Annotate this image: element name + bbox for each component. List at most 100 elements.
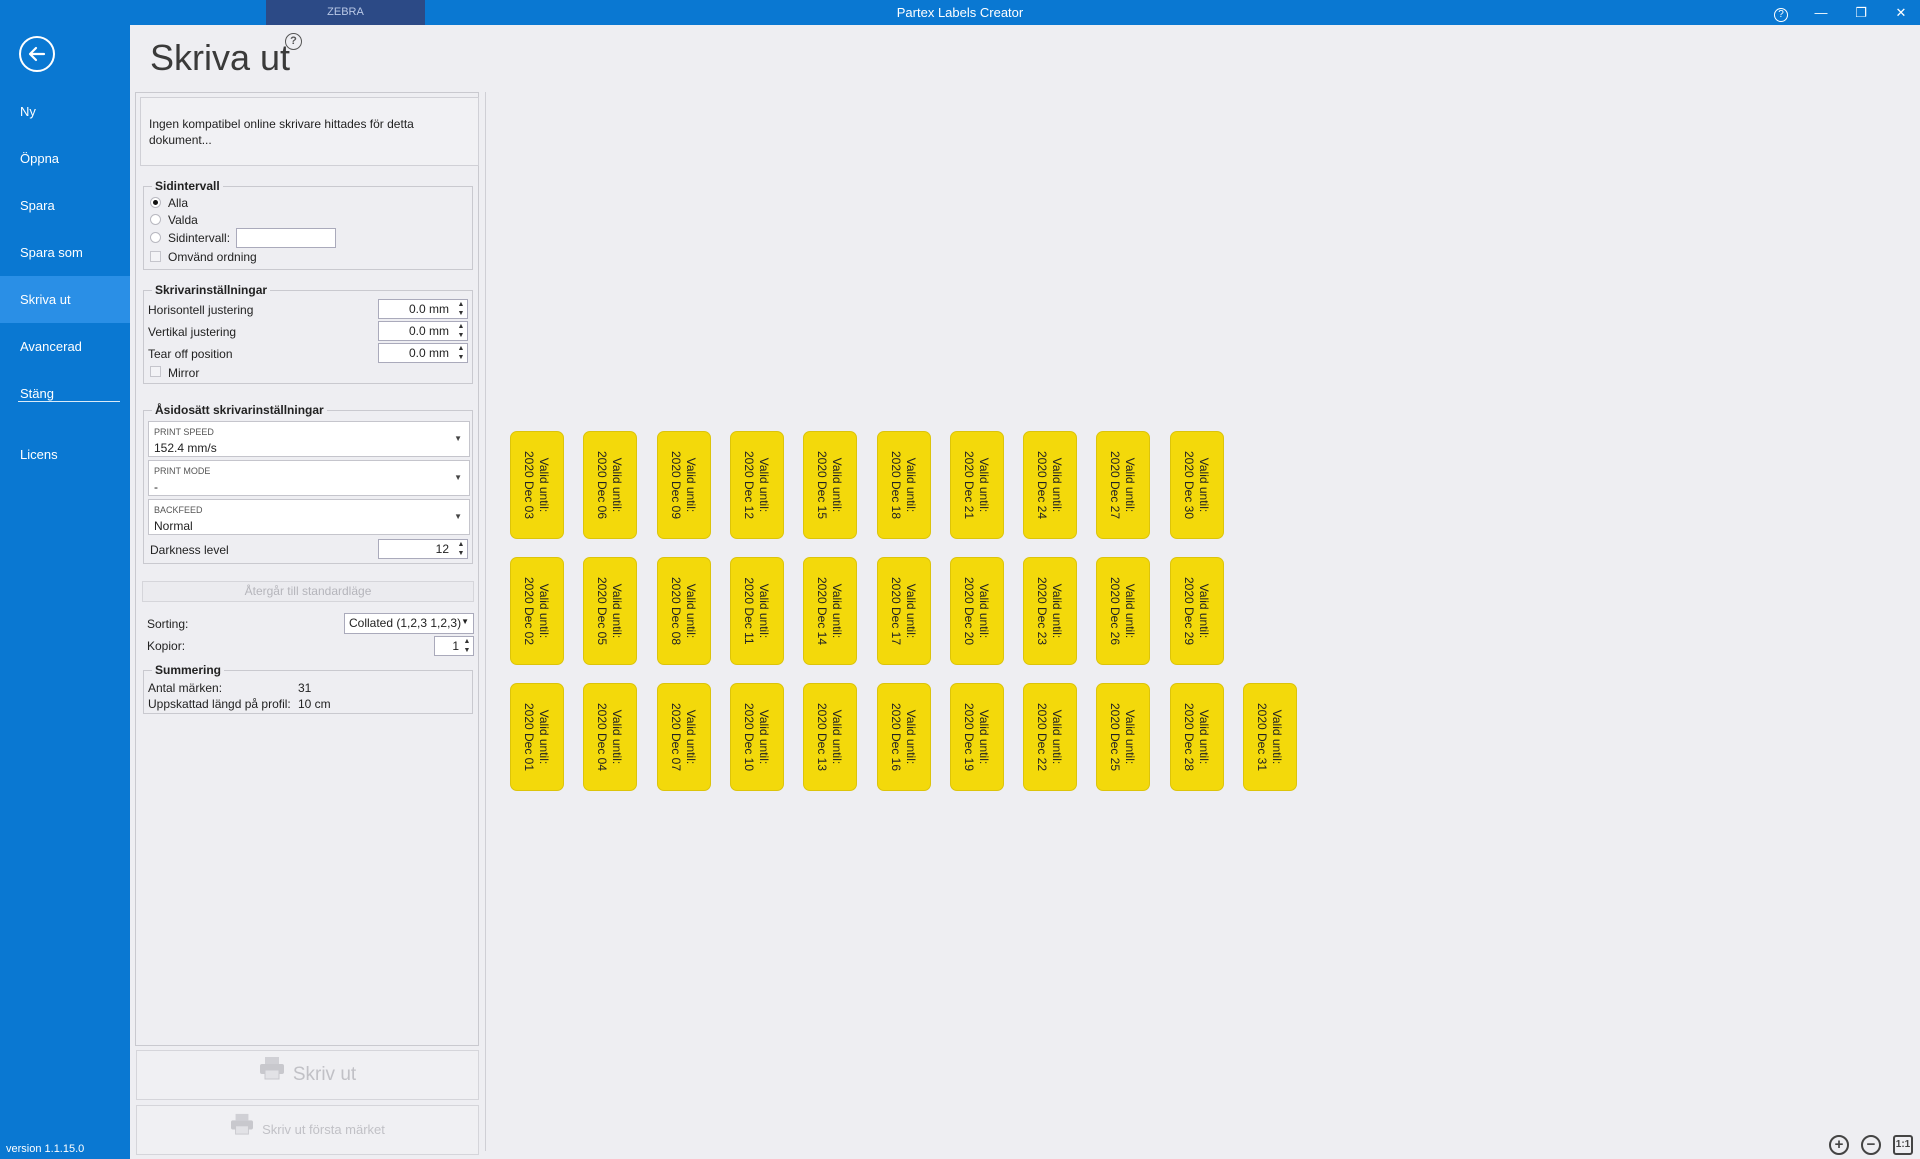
label-item[interactable]: Valid until: 2020 Dec 01 [510, 683, 564, 791]
label-prefix: Valid until: [1123, 583, 1137, 639]
zoom-in-icon[interactable]: + [1829, 1135, 1849, 1155]
label-item[interactable]: Valid until: 2020 Dec 02 [510, 557, 564, 665]
label-item[interactable]: Valid until: 2020 Dec 13 [803, 683, 857, 791]
reverse-order-checkbox[interactable] [150, 251, 161, 262]
label-item[interactable]: Valid until: 2020 Dec 16 [877, 683, 931, 791]
label-item[interactable]: Valid until: 2020 Dec 29 [1170, 557, 1224, 665]
label-prefix: Valid until: [684, 457, 698, 513]
spin-up-icon[interactable]: ▲ [456, 322, 466, 331]
label-item[interactable]: Valid until: 2020 Dec 05 [583, 557, 637, 665]
tearoff-input[interactable]: 0.0 mm [378, 343, 468, 363]
label-item[interactable]: Valid until: 2020 Dec 10 [730, 683, 784, 791]
zoom-fit-icon[interactable]: 1:1 [1893, 1135, 1913, 1155]
label-item[interactable]: Valid until: 2020 Dec 08 [657, 557, 711, 665]
spin-up-icon[interactable]: ▲ [462, 637, 472, 646]
label-date: 2020 Dec 11 [742, 577, 756, 645]
label-item[interactable]: Valid until: 2020 Dec 22 [1023, 683, 1077, 791]
label-prefix: Valid until: [610, 457, 624, 513]
spin-down-icon[interactable]: ▼ [462, 646, 472, 655]
backfeed-select[interactable]: BACKFEED Normal ▼ [148, 499, 470, 535]
label-item[interactable]: Valid until: 2020 Dec 09 [657, 431, 711, 539]
label-date: 2020 Dec 30 [1182, 450, 1196, 520]
sidebar-item-licens[interactable]: Licens [0, 431, 130, 478]
reverse-order-label: Omvänd ordning [168, 250, 257, 264]
label-item[interactable]: Valid until: 2020 Dec 31 [1243, 683, 1297, 791]
label-prefix: Valid until: [537, 583, 551, 639]
help-icon[interactable]: ? [285, 33, 302, 50]
label-date: 2020 Dec 10 [742, 702, 756, 772]
label-item[interactable]: Valid until: 2020 Dec 25 [1096, 683, 1150, 791]
sorting-label: Sorting: [147, 617, 189, 631]
help-icon[interactable]: ? [1762, 0, 1800, 25]
label-prefix: Valid until: [977, 457, 991, 513]
label-item[interactable]: Valid until: 2020 Dec 03 [510, 431, 564, 539]
page-range-input[interactable] [236, 228, 336, 248]
spin-up-icon[interactable]: ▲ [456, 300, 466, 309]
spin-down-icon[interactable]: ▼ [456, 549, 466, 558]
print-button[interactable]: Skriv ut [136, 1050, 479, 1100]
label-prefix: Valid until: [830, 709, 844, 765]
label-item[interactable]: Valid until: 2020 Dec 21 [950, 431, 1004, 539]
label-item[interactable]: Valid until: 2020 Dec 18 [877, 431, 931, 539]
label-item[interactable]: Valid until: 2020 Dec 17 [877, 557, 931, 665]
radio-all[interactable] [150, 197, 161, 208]
label-prefix: Valid until: [537, 709, 551, 765]
override-settings-title: Åsidosätt skrivarinställningar [152, 403, 327, 417]
restore-icon[interactable]: ❐ [1842, 0, 1880, 25]
zoom-out-icon[interactable]: − [1861, 1135, 1881, 1155]
label-item[interactable]: Valid until: 2020 Dec 23 [1023, 557, 1077, 665]
darkness-input[interactable]: 12 [378, 539, 468, 559]
label-item[interactable]: Valid until: 2020 Dec 28 [1170, 683, 1224, 791]
sorting-select[interactable]: Collated (1,2,3 1,2,3) ▼ [344, 613, 474, 634]
page-title: Skriva ut [150, 37, 291, 78]
label-item[interactable]: Valid until: 2020 Dec 26 [1096, 557, 1150, 665]
print-mode-select[interactable]: PRINT MODE - ▼ [148, 460, 470, 496]
label-item[interactable]: Valid until: 2020 Dec 11 [730, 557, 784, 665]
back-arrow-icon[interactable] [19, 36, 55, 72]
spin-up-icon[interactable]: ▲ [456, 344, 466, 353]
reset-defaults-button[interactable]: Återgår till standardläge [142, 581, 474, 602]
label-prefix: Valid until: [757, 457, 771, 513]
label-date: 2020 Dec 14 [815, 576, 829, 646]
vertical-adjust-input[interactable]: 0.0 mm [378, 321, 468, 341]
label-item[interactable]: Valid until: 2020 Dec 20 [950, 557, 1004, 665]
panel-splitter[interactable] [485, 92, 486, 1151]
radio-range[interactable] [150, 232, 161, 243]
horizontal-adjust-input[interactable]: 0.0 mm [378, 299, 468, 319]
label-item[interactable]: Valid until: 2020 Dec 12 [730, 431, 784, 539]
sidebar-item-spara-som[interactable]: Spara som [0, 229, 130, 276]
label-date: 2020 Dec 29 [1182, 576, 1196, 646]
label-date: 2020 Dec 27 [1108, 450, 1122, 520]
radio-selected[interactable] [150, 214, 161, 225]
sidebar-item-spara[interactable]: Spara [0, 182, 130, 229]
label-prefix: Valid until: [1197, 583, 1211, 639]
label-item[interactable]: Valid until: 2020 Dec 15 [803, 431, 857, 539]
label-prefix: Valid until: [830, 457, 844, 513]
sidebar-item-skriva-ut[interactable]: Skriva ut [0, 276, 130, 323]
print-speed-select[interactable]: PRINT SPEED 152.4 mm/s ▼ [148, 421, 470, 457]
label-item[interactable]: Valid until: 2020 Dec 30 [1170, 431, 1224, 539]
label-item[interactable]: Valid until: 2020 Dec 24 [1023, 431, 1077, 539]
spin-down-icon[interactable]: ▼ [456, 353, 466, 362]
label-item[interactable]: Valid until: 2020 Dec 04 [583, 683, 637, 791]
sidebar-item-ny[interactable]: Ny [0, 88, 130, 135]
print-first-button[interactable]: Skriv ut första märket [136, 1105, 479, 1155]
close-icon[interactable]: ✕ [1882, 0, 1920, 25]
label-item[interactable]: Valid until: 2020 Dec 14 [803, 557, 857, 665]
label-prefix: Valid until: [1050, 583, 1064, 639]
label-date: 2020 Dec 08 [669, 576, 683, 646]
label-item[interactable]: Valid until: 2020 Dec 07 [657, 683, 711, 791]
mirror-checkbox[interactable] [150, 366, 161, 377]
sidebar-item-stang[interactable]: Stäng [0, 370, 130, 417]
label-item[interactable]: Valid until: 2020 Dec 27 [1096, 431, 1150, 539]
minimize-icon[interactable]: — [1802, 0, 1840, 25]
sidebar-item-avancerad[interactable]: Avancerad [0, 323, 130, 370]
sidebar-item-oppna[interactable]: Öppna [0, 135, 130, 182]
label-item[interactable]: Valid until: 2020 Dec 19 [950, 683, 1004, 791]
spin-down-icon[interactable]: ▼ [456, 309, 466, 318]
chevron-down-icon: ▼ [454, 512, 462, 521]
printer-icon [259, 1051, 285, 1099]
label-item[interactable]: Valid until: 2020 Dec 06 [583, 431, 637, 539]
spin-down-icon[interactable]: ▼ [456, 331, 466, 340]
spin-up-icon[interactable]: ▲ [456, 540, 466, 549]
